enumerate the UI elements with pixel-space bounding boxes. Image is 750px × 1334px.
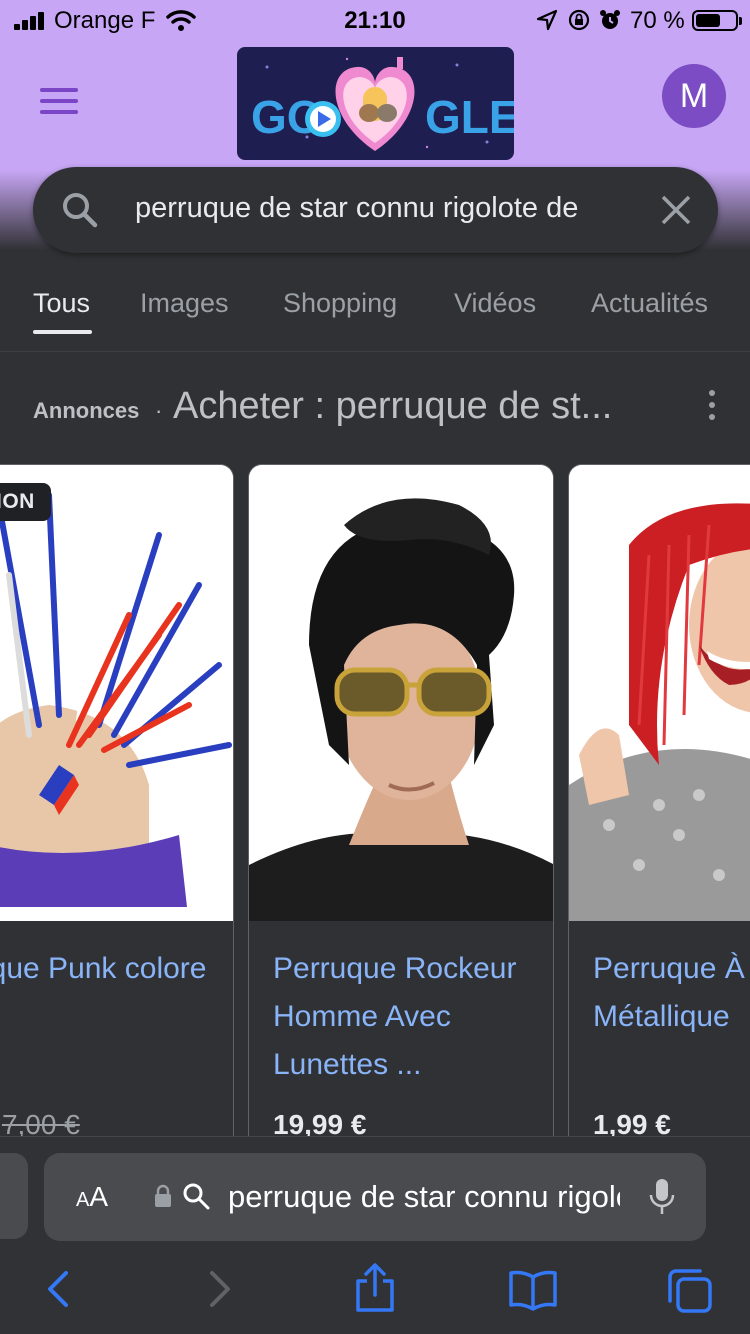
product-card[interactable]: Perruque Rockeur Homme Avec Lunettes ...…: [248, 464, 554, 1136]
product-image[interactable]: [569, 465, 750, 921]
reader-settings-button[interactable]: AA: [76, 1181, 108, 1213]
battery-percent: 70 %: [630, 7, 685, 34]
share-icon[interactable]: [352, 1263, 398, 1313]
product-image[interactable]: [249, 465, 553, 921]
product-title[interactable]: rruque Punk colore: [0, 945, 223, 993]
product-title[interactable]: Perruque À Frange Métallique: [593, 945, 750, 1041]
product-price: 0 €7,00 €: [0, 1109, 80, 1136]
location-icon: [536, 9, 558, 31]
ads-title: Acheter : perruque de st...: [173, 385, 613, 427]
svg-text:GLE: GLE: [425, 91, 514, 143]
search-box[interactable]: perruque de star connu rigolote de: [33, 167, 718, 253]
search-icon[interactable]: [61, 191, 99, 229]
product-image[interactable]: [0, 465, 233, 921]
tab-actualites[interactable]: Actualités: [591, 288, 708, 319]
old-price: 7,00 €: [1, 1109, 80, 1136]
back-icon[interactable]: [36, 1267, 80, 1311]
product-carousel[interactable]: OMOTION rruque Punk colore 0 €7,00 € Per…: [0, 464, 750, 1136]
search-input[interactable]: perruque de star connu rigolote de: [135, 192, 635, 225]
product-title[interactable]: Perruque Rockeur Homme Avec Lunettes ...: [273, 945, 543, 1089]
tab-videos[interactable]: Vidéos: [454, 288, 536, 319]
product-card[interactable]: Perruque À Frange Métallique 1,99 €: [568, 464, 750, 1136]
ads-heading: Annonces · Acheter : perruque de st...: [0, 352, 750, 452]
microphone-icon[interactable]: [648, 1177, 676, 1217]
doodle-illustration: GO GLE: [251, 57, 514, 151]
bookmarks-icon[interactable]: [508, 1269, 558, 1311]
alarm-icon: [600, 10, 620, 29]
url-text[interactable]: perruque de star connu rigolote de: [228, 1179, 620, 1215]
address-bar[interactable]: AA perruque de star connu rigolote de: [44, 1153, 706, 1241]
more-options-icon[interactable]: [706, 390, 718, 420]
battery-icon: [692, 10, 742, 31]
promotion-badge: OMOTION: [0, 483, 51, 521]
product-price: 19,99 €: [273, 1109, 367, 1136]
search-icon: [183, 1183, 210, 1210]
hamburger-menu-icon[interactable]: [40, 88, 80, 114]
google-doodle[interactable]: GO GLE: [237, 47, 514, 160]
browser-toolbar: AA perruque de star connu rigolote de: [0, 1136, 750, 1334]
product-card[interactable]: OMOTION rruque Punk colore 0 €7,00 €: [0, 464, 234, 1136]
tab-shopping[interactable]: Shopping: [283, 288, 397, 319]
lock-icon: [155, 1184, 171, 1207]
ads-label: Annonces: [33, 398, 140, 423]
forward-icon[interactable]: [198, 1267, 242, 1311]
product-price: 1,99 €: [593, 1109, 671, 1136]
google-header: GO GLE M perruque de star connu rigolote…: [0, 40, 750, 253]
tab-images[interactable]: Images: [140, 288, 229, 319]
status-bar: Orange F 21:10 70 %: [0, 0, 750, 40]
active-tab-indicator: [33, 330, 92, 334]
account-avatar[interactable]: M: [662, 64, 726, 128]
ads-separator: ·: [155, 398, 163, 423]
tabs-icon[interactable]: [666, 1267, 714, 1315]
rotation-lock-icon: [568, 9, 590, 31]
search-tabs: Tous Images Shopping Vidéos Actualités: [0, 270, 750, 352]
tab-tous[interactable]: Tous: [33, 288, 90, 319]
clear-icon[interactable]: [659, 193, 693, 227]
previous-tab-preview[interactable]: [0, 1153, 28, 1239]
